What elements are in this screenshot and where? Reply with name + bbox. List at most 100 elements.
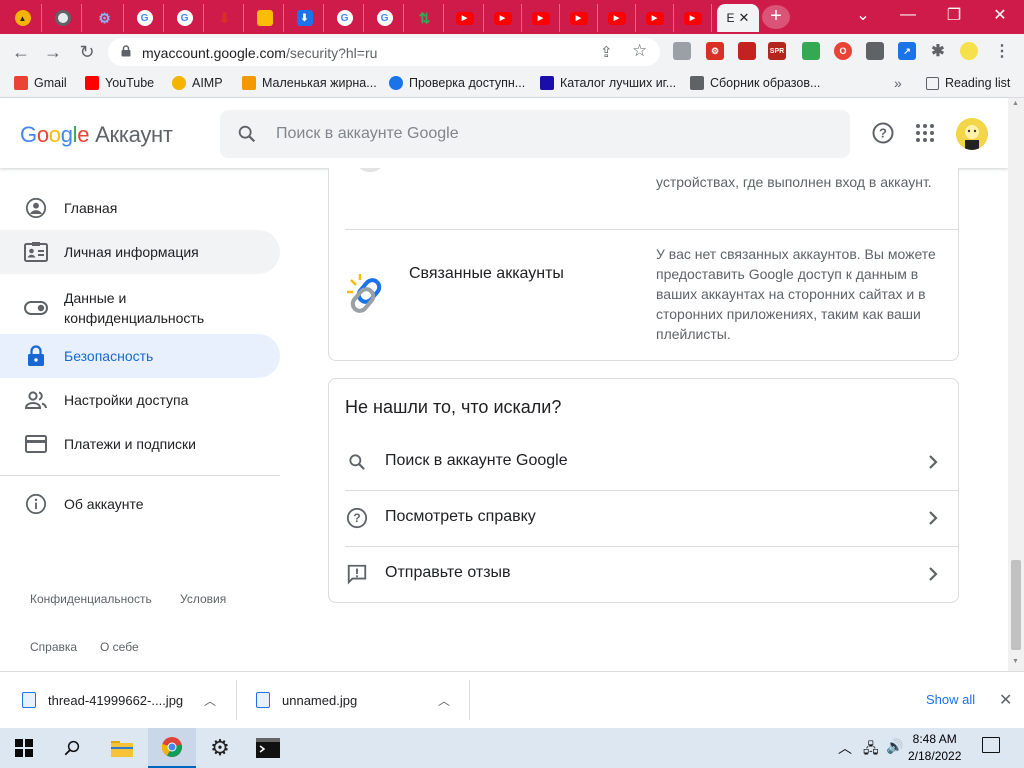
- google-account-logo[interactable]: Google Аккаунт: [20, 122, 173, 148]
- bookmark-item[interactable]: Каталог лучших иг...: [540, 76, 676, 90]
- apps-grid-icon[interactable]: [912, 120, 938, 146]
- bookmark-item[interactable]: Gmail: [14, 76, 67, 90]
- browser-tab[interactable]: ▶: [636, 4, 674, 32]
- bookmark-item[interactable]: Сборник образов...: [690, 76, 820, 90]
- tray-chevron-up-icon[interactable]: ︿: [838, 738, 852, 758]
- search-account-row[interactable]: Поиск в аккаунте Google: [329, 434, 960, 490]
- restore-button[interactable]: ❐: [931, 0, 977, 30]
- puzzle-icon[interactable]: ✱: [929, 42, 947, 60]
- back-arrow-icon[interactable]: ←: [8, 39, 34, 65]
- browser-tab[interactable]: ▲: [4, 4, 42, 32]
- terminal-icon[interactable]: [244, 728, 292, 768]
- help-icon[interactable]: ?: [870, 120, 896, 146]
- more-bookmarks-button[interactable]: »: [894, 75, 902, 91]
- view-help-row[interactable]: ? Посмотреть справку: [329, 490, 960, 546]
- tab-search-chevron-icon[interactable]: ⌄: [840, 0, 886, 30]
- browser-tab[interactable]: ▶: [446, 4, 484, 32]
- chevron-right-icon: [921, 562, 945, 586]
- close-window-button[interactable]: ✕: [977, 0, 1023, 30]
- linked-accounts-row[interactable]: Связанные аккаунты У вас нет связанных а…: [329, 230, 960, 361]
- reload-icon[interactable]: ↻: [74, 39, 100, 65]
- page-scrollbar[interactable]: ▲ ▼: [1008, 98, 1024, 671]
- browser-tab[interactable]: [246, 4, 284, 32]
- notifications-icon[interactable]: [982, 737, 1000, 753]
- nav-sharing[interactable]: Настройки доступа: [0, 378, 280, 422]
- side-navigation: Главная Личная информация Данные и конфи…: [0, 168, 290, 671]
- scrollbar-thumb[interactable]: [1011, 560, 1021, 650]
- extension-icon[interactable]: ⚙: [706, 42, 724, 60]
- file-explorer-icon[interactable]: [98, 728, 146, 768]
- network-icon[interactable]: 🖧: [863, 738, 879, 762]
- nav-data-privacy[interactable]: Данные и конфиденциальность: [0, 282, 280, 334]
- bookmark-item[interactable]: YouTube: [85, 76, 154, 90]
- bookmark-star-icon[interactable]: ☆: [632, 41, 647, 61]
- search-icon[interactable]: [48, 728, 96, 768]
- nav-payments[interactable]: Платежи и подписки: [0, 422, 280, 466]
- bookmark-item[interactable]: Маленькая жирна...: [242, 76, 377, 90]
- terms-link[interactable]: Условия: [180, 592, 226, 606]
- browser-tab[interactable]: ▶: [484, 4, 522, 32]
- close-tab-icon[interactable]: ✕: [739, 10, 750, 26]
- browser-tab[interactable]: G: [326, 4, 364, 32]
- browser-tab[interactable]: ▶: [560, 4, 598, 32]
- extension-icon[interactable]: ↗: [898, 42, 916, 60]
- browser-tab[interactable]: ▶: [598, 4, 636, 32]
- nav-security[interactable]: Безопасность: [0, 334, 280, 378]
- profile-avatar-icon[interactable]: [960, 42, 978, 60]
- settings-gear-icon[interactable]: ⚙: [196, 728, 244, 768]
- send-feedback-row[interactable]: Отправьте отзыв: [329, 546, 960, 602]
- extension-icon[interactable]: [802, 42, 820, 60]
- windows-start-icon[interactable]: [0, 728, 48, 768]
- browser-tab[interactable]: G: [126, 4, 164, 32]
- browser-tab[interactable]: ⬇: [206, 4, 244, 32]
- chevron-up-icon[interactable]: ︿: [438, 692, 450, 709]
- extension-icon[interactable]: SPR: [768, 42, 786, 60]
- bookmark-item[interactable]: AIMP: [172, 76, 223, 90]
- system-clock[interactable]: 8:48 AM 2/18/2022: [908, 731, 961, 765]
- address-bar[interactable]: myaccount.google.com/security?hl=ru ⇪ ☆: [108, 38, 660, 66]
- extension-icon[interactable]: [866, 42, 884, 60]
- help-item-label: Поиск в аккаунте Google: [385, 452, 568, 469]
- about-link[interactable]: О себе: [100, 640, 139, 654]
- svg-text:?: ?: [879, 126, 887, 141]
- bookmark-item[interactable]: Проверка доступн...: [389, 76, 525, 90]
- browser-tab[interactable]: G: [166, 4, 204, 32]
- search-input[interactable]: [276, 122, 836, 146]
- scroll-up-icon[interactable]: ▲: [1012, 100, 1019, 107]
- new-tab-button[interactable]: +: [762, 5, 790, 29]
- browser-tab[interactable]: ⬇: [286, 4, 324, 32]
- volume-icon[interactable]: 🔊: [886, 738, 903, 755]
- share-icon[interactable]: ⇪: [600, 43, 613, 61]
- browser-tab[interactable]: ⇅: [406, 4, 444, 32]
- menu-dots-icon[interactable]: ⋮: [993, 42, 1011, 60]
- scroll-down-icon[interactable]: ▼: [1012, 658, 1019, 665]
- privacy-link[interactable]: Конфиденциальность: [30, 592, 152, 606]
- browser-tab[interactable]: G: [366, 4, 404, 32]
- nav-home[interactable]: Главная: [0, 186, 280, 230]
- reading-list-button[interactable]: Reading list: [926, 76, 1010, 90]
- close-downloads-icon[interactable]: ✕: [999, 690, 1012, 710]
- clock-date: 2/18/2022: [908, 749, 962, 763]
- chevron-up-icon[interactable]: ︿: [204, 692, 216, 709]
- browser-tab[interactable]: ▶: [674, 4, 712, 32]
- minimize-button[interactable]: —: [885, 0, 931, 30]
- browser-tab[interactable]: ▶: [522, 4, 560, 32]
- avatar[interactable]: [956, 118, 988, 150]
- forward-arrow-icon[interactable]: →: [40, 39, 66, 65]
- download-item[interactable]: unnamed.jpg ︿: [256, 672, 466, 728]
- opera-extension-icon[interactable]: O: [834, 42, 852, 60]
- extension-icon[interactable]: [673, 42, 691, 60]
- browser-tab[interactable]: ⚙: [86, 4, 124, 32]
- chrome-taskbar-icon[interactable]: [148, 728, 196, 768]
- google-icon: G: [376, 10, 393, 26]
- download-item[interactable]: thread-41999662-....jpg ︿: [22, 672, 232, 728]
- active-tab[interactable]: E ✕: [717, 4, 759, 32]
- show-all-downloads-button[interactable]: Show all: [926, 692, 975, 707]
- account-search-box[interactable]: [220, 110, 850, 158]
- active-tab-label: E: [726, 11, 735, 25]
- browser-tab[interactable]: [44, 4, 82, 32]
- extension-icon[interactable]: [738, 42, 756, 60]
- nav-personal-info[interactable]: Личная информация: [0, 230, 280, 274]
- help-link[interactable]: Справка: [30, 640, 77, 654]
- nav-about-account[interactable]: Об аккаунте: [0, 482, 280, 526]
